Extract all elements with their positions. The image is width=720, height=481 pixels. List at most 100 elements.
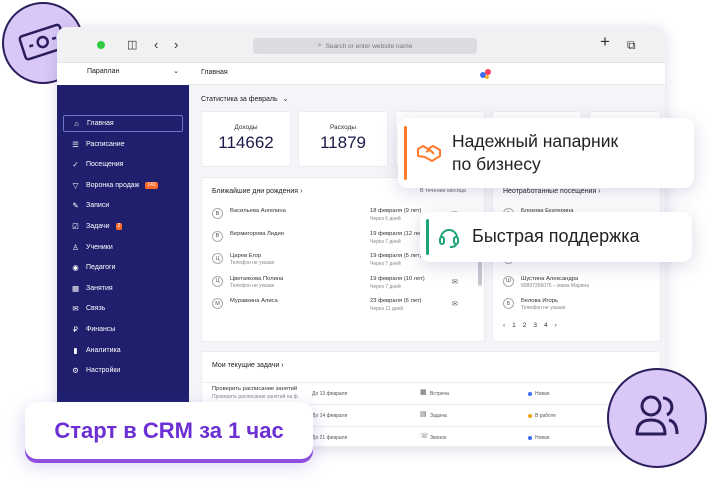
tabs-overview-icon[interactable]: ⧉	[627, 36, 636, 54]
sidebar-item[interactable]: ⌂ Главная	[63, 115, 183, 132]
avatar: В	[212, 230, 223, 242]
task-due: До 13 февраля	[312, 391, 348, 397]
start-crm-banner[interactable]: Старт в CRM за 1 час	[25, 402, 313, 459]
address-bar[interactable]: ⌕ Search or enter website name	[253, 38, 477, 54]
birthday-countdown: Через 11 дней	[370, 306, 404, 312]
sidebar-item-label: Связь	[86, 305, 106, 313]
chevron-down-icon: ⌄	[282, 96, 289, 103]
sidebar-item-label: Задачи	[86, 223, 110, 230]
visits-title[interactable]: Неотработанные посещения ›	[503, 188, 601, 195]
page-link[interactable]: 4	[544, 322, 548, 329]
search-icon: ⌕	[317, 42, 322, 49]
check-icon: ✓	[72, 160, 79, 170]
status-badge[interactable]: Новая	[535, 435, 549, 441]
list-item[interactable]: Шустина Александра 89897356075 – мама Ма…	[521, 276, 651, 294]
calendar-icon: ▦	[71, 283, 80, 293]
birthday-date: 23 февраля (6 лет)	[370, 298, 422, 304]
task-due: До 14 февраля	[312, 413, 348, 419]
page-header: Главная	[189, 63, 665, 85]
birthday-countdown: Через 7 дней	[370, 261, 401, 267]
table-row[interactable]: Проверить расписание занятий Проверить р…	[202, 382, 660, 402]
status-badge[interactable]: Новая	[535, 391, 549, 397]
company-selector[interactable]: Параплан ⌄	[57, 63, 189, 85]
sidebar-item[interactable]: ▦ Занятия	[63, 280, 183, 297]
person-phone: 89897356075 – мама Марина	[521, 282, 590, 289]
users-icon	[635, 395, 679, 436]
task-description: Проверить расписание занятий на ф	[212, 394, 298, 400]
tasks-title-label: Мои текущие задачи	[212, 362, 280, 369]
stat-value: 11879	[319, 133, 366, 152]
stats-title[interactable]: Статистика за февраль ⌄	[201, 95, 288, 103]
sidebar-item-label: Настройки	[86, 367, 121, 375]
birthday-date: 19 февраля (12 лет)	[370, 230, 425, 237]
gear-icon: ⚙	[72, 366, 79, 376]
task-type: Звонок	[430, 435, 447, 441]
tasks-title[interactable]: Мои текущие задачи ›	[212, 362, 284, 369]
person-phone: Телефон не указан	[521, 305, 566, 311]
page-link[interactable]: ›	[555, 322, 557, 329]
coin-icon: ₽	[73, 325, 78, 334]
back-icon[interactable]: ‹	[154, 36, 158, 54]
birthday-date: 19 февраля (5 лет)	[370, 253, 422, 259]
sidebar-toggle-icon[interactable]: ◫	[127, 36, 137, 54]
accent-bar	[426, 219, 429, 255]
company-name: Параплан	[87, 68, 120, 75]
person-name: Шустина Александра	[521, 275, 579, 282]
address-bar-placeholder: Search or enter website name	[325, 42, 413, 50]
stat-value: 114662	[218, 133, 274, 152]
sidebar-item[interactable]: ₽ Финансы	[63, 321, 183, 338]
avatar: Ц	[212, 253, 223, 264]
mail-icon[interactable]: ✉	[452, 300, 458, 308]
list-item[interactable]: Цветаякова Полина Телефон не указан 19 ф…	[230, 276, 470, 294]
status-badge[interactable]: В работе	[535, 413, 556, 419]
contacts-badge-circle	[607, 368, 707, 468]
stat-label: Расходы	[329, 124, 357, 131]
page-link[interactable]: ‹	[503, 322, 505, 329]
sidebar-item[interactable]: ◉ Педагоги	[63, 259, 183, 276]
mail-icon[interactable]: ✉	[452, 278, 458, 286]
page-link[interactable]: 1	[512, 322, 516, 329]
sidebar-item[interactable]: ✉ Связь	[63, 300, 183, 317]
stats-title-label: Статистика за февраль	[201, 96, 278, 103]
calendar-icon: ▦	[420, 389, 427, 396]
funnel-icon: ▽	[72, 180, 79, 190]
sidebar-item[interactable]: ✓ Посещения	[63, 156, 183, 173]
sidebar-item-label: Посещения	[86, 161, 124, 169]
sidebar-item[interactable]: ☰ Расписание	[63, 136, 183, 153]
sidebar-item-label: Финансы	[86, 326, 116, 333]
count-badge: 143	[145, 181, 158, 189]
task-due: До 21 февраля	[312, 435, 348, 441]
list-item[interactable]: Муравкина Алиса 23 февраля (6 лет) Через…	[230, 298, 470, 316]
page-title: Главная	[201, 69, 228, 76]
sidebar-item[interactable]: ♙ Ученики	[63, 239, 183, 256]
page-link[interactable]: 2	[523, 322, 527, 329]
person-phone: Телефон не указан	[230, 282, 275, 289]
sidebar-item[interactable]: ☑ Задачи 2	[63, 218, 183, 235]
person-name: Цветаякова Полина	[230, 275, 284, 282]
mail-icon: ✉	[72, 304, 79, 314]
birthday-countdown: Через 6 дней	[370, 216, 401, 222]
app-sidebar: Параплан ⌄ ⌂ Главная ☰ Расписание ✓ Посещения…	[57, 63, 189, 447]
callout-support: Быстрая поддержка	[420, 212, 692, 262]
callout-partner: Надежный напарник по бизнесу	[398, 118, 694, 188]
status-dot	[528, 436, 532, 440]
window-maximize-dot[interactable]	[97, 41, 105, 49]
page-link[interactable]: 3	[533, 322, 537, 329]
birthdays-title-label: Ближайшие дни рождения	[212, 188, 299, 195]
sidebar-item-label: Главная	[87, 120, 114, 127]
status-dot	[528, 392, 532, 396]
new-tab-icon[interactable]: +	[600, 33, 610, 51]
sidebar-item[interactable]: ▮ Аналитика	[63, 342, 183, 359]
sidebar-item[interactable]: ▽ Воронка продаж 143	[63, 177, 183, 194]
birthdays-title[interactable]: Ближайшие дни рождения ›	[212, 188, 302, 195]
birthdays-filter[interactable]: В течение месяца	[420, 188, 466, 194]
list-item[interactable]: Белова Игорь Телефон не указан	[521, 298, 651, 316]
forward-icon[interactable]: ›	[174, 36, 178, 54]
sidebar-item[interactable]: ✎ Записи	[63, 197, 183, 214]
sidebar-item[interactable]: ⚙ Настройки	[63, 362, 183, 379]
birthday-date: 19 февраля (10 лет)	[370, 275, 425, 282]
chevron-right-icon: ›	[300, 188, 303, 195]
browser-toolbar: ◫ ‹ › ⌕ Search or enter website name + ⧉	[57, 27, 665, 63]
list-icon: ☰	[72, 139, 79, 149]
user-icon: ♙	[72, 242, 79, 252]
